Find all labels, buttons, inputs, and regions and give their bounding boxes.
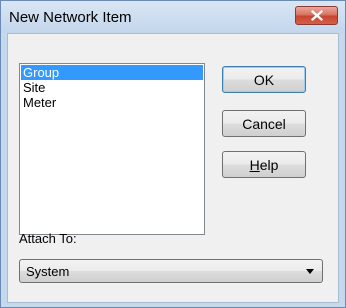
help-button[interactable]: Help: [222, 151, 306, 178]
attach-to-value: System: [26, 264, 70, 279]
help-label-rest: elp: [259, 156, 279, 173]
cancel-button[interactable]: Cancel: [222, 110, 306, 137]
attach-to-label: Attach To:: [19, 231, 77, 246]
dialog-body: Group Site Meter OK Cancel Help Attach T…: [7, 33, 339, 303]
attach-to-dropdown[interactable]: System: [19, 259, 323, 283]
item-type-list[interactable]: Group Site Meter: [19, 63, 205, 235]
chevron-down-icon: [306, 269, 314, 274]
help-mnemonic: H: [249, 156, 260, 173]
close-icon: [310, 10, 323, 21]
close-button[interactable]: [295, 6, 338, 25]
list-item-group[interactable]: Group: [21, 65, 203, 80]
title-bar[interactable]: New Network Item: [1, 1, 345, 33]
dialog-title: New Network Item: [9, 9, 132, 26]
new-network-item-dialog: New Network Item Group Site Meter OK Can…: [0, 0, 346, 308]
list-item-meter[interactable]: Meter: [21, 95, 203, 110]
list-item-site[interactable]: Site: [21, 80, 203, 95]
ok-button[interactable]: OK: [222, 66, 306, 93]
